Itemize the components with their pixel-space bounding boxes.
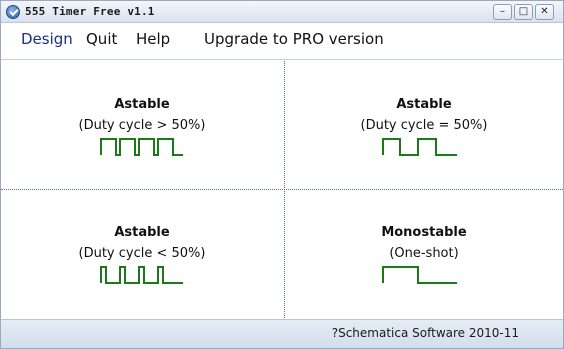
mode-title: Astable [396, 97, 452, 112]
square-wave-high-duty-icon [100, 138, 183, 156]
maximize-button[interactable]: □ [514, 4, 533, 20]
menu-help[interactable]: Help [136, 30, 170, 48]
mode-subtitle: (Duty cycle = 50%) [360, 118, 488, 133]
app-window: 555 Timer Free v1.1 – □ ✕ Design Quit He… [0, 0, 564, 349]
mode-astable-low-duty[interactable]: Astable (Duty cycle < 50%) [1, 189, 283, 317]
grid-divider-horizontal [1, 189, 563, 190]
mode-astable-50-duty[interactable]: Astable (Duty cycle = 50%) [283, 61, 564, 189]
square-wave-low-duty-icon [100, 266, 183, 284]
status-bar: ?Schematica Software 2010-11 [1, 319, 563, 348]
menu-quit[interactable]: Quit [86, 30, 117, 48]
mode-subtitle: (Duty cycle < 50%) [78, 246, 206, 261]
window-title: 555 Timer Free v1.1 [25, 5, 155, 18]
mode-astable-high-duty[interactable]: Astable (Duty cycle > 50%) [1, 61, 283, 189]
single-pulse-icon [382, 266, 457, 284]
copyright-text: ?Schematica Software 2010-11 [331, 326, 519, 340]
minimize-button[interactable]: – [493, 4, 512, 20]
mode-title: Monostable [381, 225, 467, 240]
mode-title: Astable [114, 225, 170, 240]
square-wave-50-duty-icon [382, 138, 457, 156]
menu-bar: Design Quit Help Upgrade to PRO version [1, 24, 563, 60]
menu-design[interactable]: Design [21, 30, 73, 48]
app-icon[interactable] [6, 5, 20, 19]
title-bar[interactable]: 555 Timer Free v1.1 – □ ✕ [1, 1, 563, 23]
close-button[interactable]: ✕ [535, 4, 554, 20]
mode-subtitle: (Duty cycle > 50%) [78, 118, 206, 133]
mode-selection-grid: Astable (Duty cycle > 50%) Astable (Duty… [1, 61, 563, 318]
mode-monostable[interactable]: Monostable (One-shot) [283, 189, 564, 317]
mode-title: Astable [114, 97, 170, 112]
menu-upgrade-pro[interactable]: Upgrade to PRO version [204, 30, 384, 48]
mode-subtitle: (One-shot) [389, 246, 459, 261]
